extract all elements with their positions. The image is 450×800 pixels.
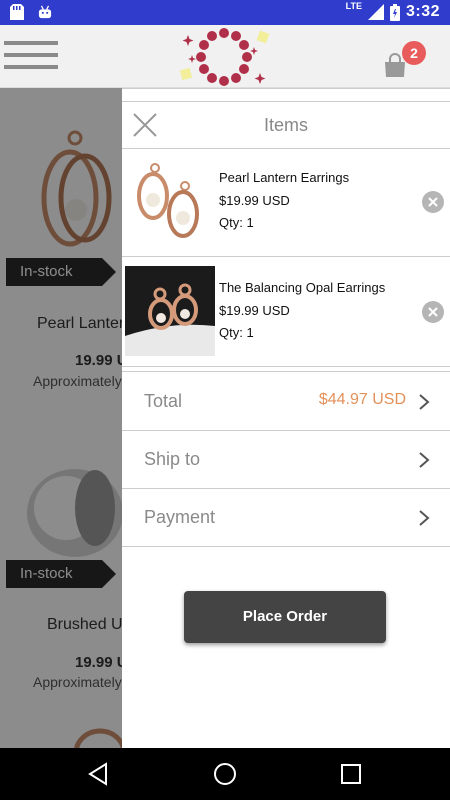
- drawer-header: Items: [122, 101, 450, 149]
- cart-drawer: Items Pearl Lantern Earrings $19.99 USD …: [122, 88, 450, 749]
- chevron-right-icon: [419, 452, 430, 468]
- recents-icon[interactable]: [338, 761, 364, 787]
- item-name: Pearl Lantern Earrings: [219, 170, 350, 185]
- store-logo: [179, 28, 270, 86]
- divider: [122, 371, 450, 372]
- network-type: LTE: [345, 1, 362, 11]
- signal-icon: [367, 4, 384, 20]
- item-price: $19.99 USD: [219, 193, 290, 208]
- cart-button[interactable]: 2: [382, 41, 432, 81]
- app-bar: 2: [0, 25, 450, 88]
- cart-count-badge: 2: [402, 41, 426, 65]
- system-nav-bar: [0, 748, 450, 800]
- item-quantity: Qty: 1: [219, 215, 254, 230]
- total-value: $44.97 USD: [318, 391, 406, 408]
- ship-to-label: Ship to: [144, 449, 201, 469]
- remove-item-button[interactable]: [422, 301, 444, 323]
- drawer-title: Items: [263, 115, 308, 135]
- close-icon: [428, 307, 438, 317]
- payment-row[interactable]: Payment: [122, 489, 450, 547]
- total-row[interactable]: Total $44.97 USD: [122, 373, 450, 431]
- item-quantity: Qty: 1: [219, 325, 254, 340]
- back-icon[interactable]: [86, 761, 112, 787]
- battery-icon: [389, 3, 400, 21]
- sd-card-icon: [10, 4, 24, 20]
- item-image: [125, 156, 215, 246]
- chevron-right-icon: [419, 394, 430, 410]
- home-icon[interactable]: [212, 761, 238, 787]
- cart-item: Pearl Lantern Earrings $19.99 USD Qty: 1: [122, 148, 450, 257]
- menu-icon[interactable]: [4, 41, 58, 75]
- item-image: [125, 266, 215, 356]
- item-price: $19.99 USD: [219, 303, 290, 318]
- chevron-right-icon: [419, 510, 430, 526]
- android-debug-icon: [38, 5, 52, 19]
- place-order-button[interactable]: Place Order: [184, 591, 386, 643]
- total-label: Total: [144, 391, 183, 411]
- payment-label: Payment: [144, 507, 216, 527]
- close-icon: [428, 197, 438, 207]
- remove-item-button[interactable]: [422, 191, 444, 213]
- status-bar: LTE 3:32: [0, 0, 450, 25]
- cart-item: The Balancing Opal Earrings $19.99 USD Q…: [122, 258, 450, 367]
- clock: 3:32: [405, 3, 440, 20]
- ship-to-row[interactable]: Ship to: [122, 431, 450, 489]
- item-name: The Balancing Opal Earrings: [219, 280, 386, 295]
